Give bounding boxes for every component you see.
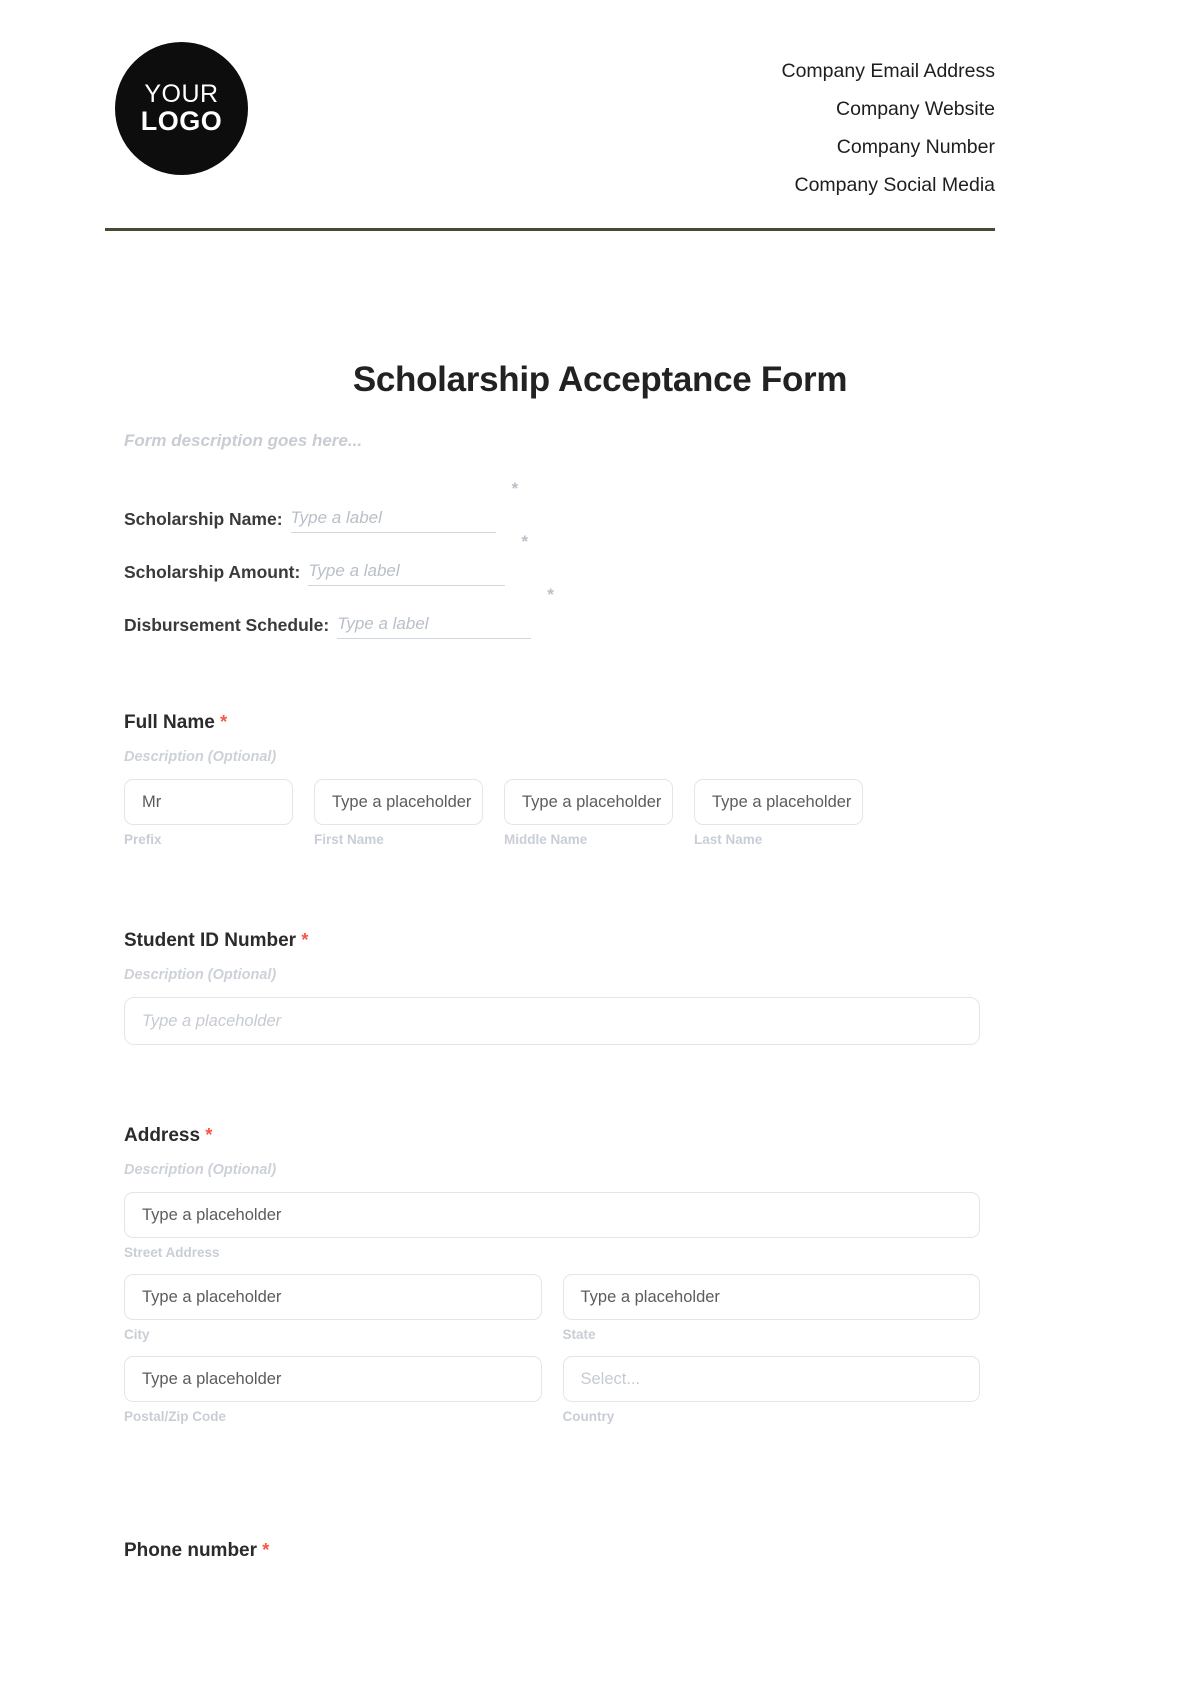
- sublabel-state: State: [562, 1327, 596, 1342]
- section-title: Full Name *: [124, 712, 980, 734]
- logo-text-your: YOUR: [144, 80, 219, 109]
- middle-name-input[interactable]: Type a placeholder: [504, 779, 673, 825]
- inline-label-scholarship-amount: Scholarship Amount:: [124, 562, 301, 582]
- scholarship-name-placeholder: Type a label: [290, 508, 382, 527]
- required-asterisk: *: [546, 585, 554, 604]
- contact-number: Company Number: [836, 136, 995, 158]
- student-id-field-row: Type a placeholder: [124, 997, 980, 1045]
- postal-code-column: Type a placeholder Postal/Zip Code: [124, 1356, 542, 1424]
- section-title-label: Full Name: [124, 712, 215, 733]
- section-title: Student ID Number *: [124, 930, 980, 952]
- inline-fields-group: Scholarship Name: Type a label * Scholar…: [124, 480, 824, 639]
- sublabel-first-name: First Name: [314, 832, 384, 847]
- first-name-input[interactable]: Type a placeholder: [314, 779, 483, 825]
- required-asterisk: *: [220, 712, 228, 732]
- section-student-id-number: Student ID Number * Description (Optiona…: [124, 930, 980, 1045]
- header-divider: [105, 228, 995, 231]
- section-description: Description (Optional): [124, 749, 277, 765]
- company-logo: YOUR LOGO: [115, 42, 248, 175]
- inline-label-scholarship-name: Scholarship Name:: [124, 509, 283, 529]
- sublabel-postal-zip-code: Postal/Zip Code: [124, 1409, 227, 1424]
- section-description: Description (Optional): [124, 967, 277, 983]
- student-id-input[interactable]: Type a placeholder: [124, 997, 980, 1045]
- sublabel-country: Country: [562, 1409, 615, 1424]
- section-title-label: Phone number: [124, 1540, 258, 1561]
- sublabel-last-name: Last Name: [694, 832, 763, 847]
- sublabel-city: City: [124, 1327, 150, 1342]
- page-header: YOUR LOGO Company Email Address Company …: [105, 42, 995, 202]
- form-description: Form description goes here...: [124, 431, 363, 450]
- last-name-input[interactable]: Type a placeholder: [694, 779, 863, 825]
- sublabel-prefix: Prefix: [124, 832, 162, 847]
- section-title-label: Student ID Number: [124, 930, 297, 951]
- required-asterisk: *: [301, 930, 309, 950]
- scholarship-amount-input[interactable]: Type a label *: [308, 533, 527, 586]
- required-asterisk: *: [510, 479, 518, 498]
- required-asterisk: *: [205, 1125, 213, 1145]
- section-address: Address * Description (Optional) Type a …: [124, 1125, 980, 1424]
- prefix-input[interactable]: Mr: [124, 779, 293, 825]
- city-state-row: Type a placeholder City Type a placehold…: [124, 1274, 980, 1342]
- country-select[interactable]: Select...: [562, 1356, 980, 1402]
- city-input[interactable]: Type a placeholder: [124, 1274, 542, 1320]
- inline-field-scholarship-amount: Scholarship Amount: Type a label *: [124, 533, 824, 586]
- name-column-last: Type a placeholder Last Name: [694, 779, 863, 847]
- section-title-label: Address: [124, 1125, 201, 1146]
- inline-field-scholarship-name: Scholarship Name: Type a label *: [124, 480, 824, 533]
- postal-zip-code-input[interactable]: Type a placeholder: [124, 1356, 542, 1402]
- full-name-field-row: Mr Prefix Type a placeholder First Name …: [124, 779, 980, 847]
- required-asterisk: *: [520, 532, 528, 551]
- name-column-first: Type a placeholder First Name: [314, 779, 483, 847]
- scholarship-amount-placeholder: Type a label: [308, 561, 400, 580]
- state-column: Type a placeholder State: [562, 1274, 980, 1342]
- section-description: Description (Optional): [124, 1162, 277, 1178]
- sublabel-middle-name: Middle Name: [504, 832, 588, 847]
- section-title: Address *: [124, 1125, 980, 1147]
- street-address-row: Type a placeholder Street Address: [124, 1192, 980, 1260]
- country-column: Select... Country: [562, 1356, 980, 1424]
- section-title: Phone number *: [124, 1540, 980, 1562]
- postal-country-row: Type a placeholder Postal/Zip Code Selec…: [124, 1356, 980, 1424]
- company-contact-block: Company Email Address Company Website Co…: [781, 42, 995, 204]
- name-column-middle: Type a placeholder Middle Name: [504, 779, 673, 847]
- name-column-prefix: Mr Prefix: [124, 779, 293, 847]
- page-title: Scholarship Acceptance Form: [352, 360, 848, 399]
- disbursement-schedule-placeholder: Type a label: [337, 614, 429, 633]
- contact-website: Company Website: [836, 98, 995, 120]
- state-input[interactable]: Type a placeholder: [562, 1274, 980, 1320]
- required-asterisk: *: [262, 1540, 270, 1560]
- form-page: YOUR LOGO Company Email Address Company …: [0, 0, 1200, 1702]
- contact-social-media: Company Social Media: [794, 174, 995, 196]
- logo-text-logo: LOGO: [140, 106, 223, 137]
- inline-field-disbursement-schedule: Disbursement Schedule: Type a label *: [124, 586, 824, 639]
- street-address-input[interactable]: Type a placeholder: [124, 1192, 980, 1238]
- scholarship-name-input[interactable]: Type a label *: [290, 480, 518, 533]
- section-full-name: Full Name * Description (Optional) Mr Pr…: [124, 712, 980, 847]
- disbursement-schedule-input[interactable]: Type a label *: [337, 586, 553, 639]
- sublabel-street-address: Street Address: [124, 1245, 220, 1260]
- city-column: Type a placeholder City: [124, 1274, 542, 1342]
- inline-label-disbursement-schedule: Disbursement Schedule:: [124, 615, 330, 635]
- section-phone-number: Phone number *: [124, 1540, 980, 1562]
- contact-email-address: Company Email Address: [781, 60, 995, 82]
